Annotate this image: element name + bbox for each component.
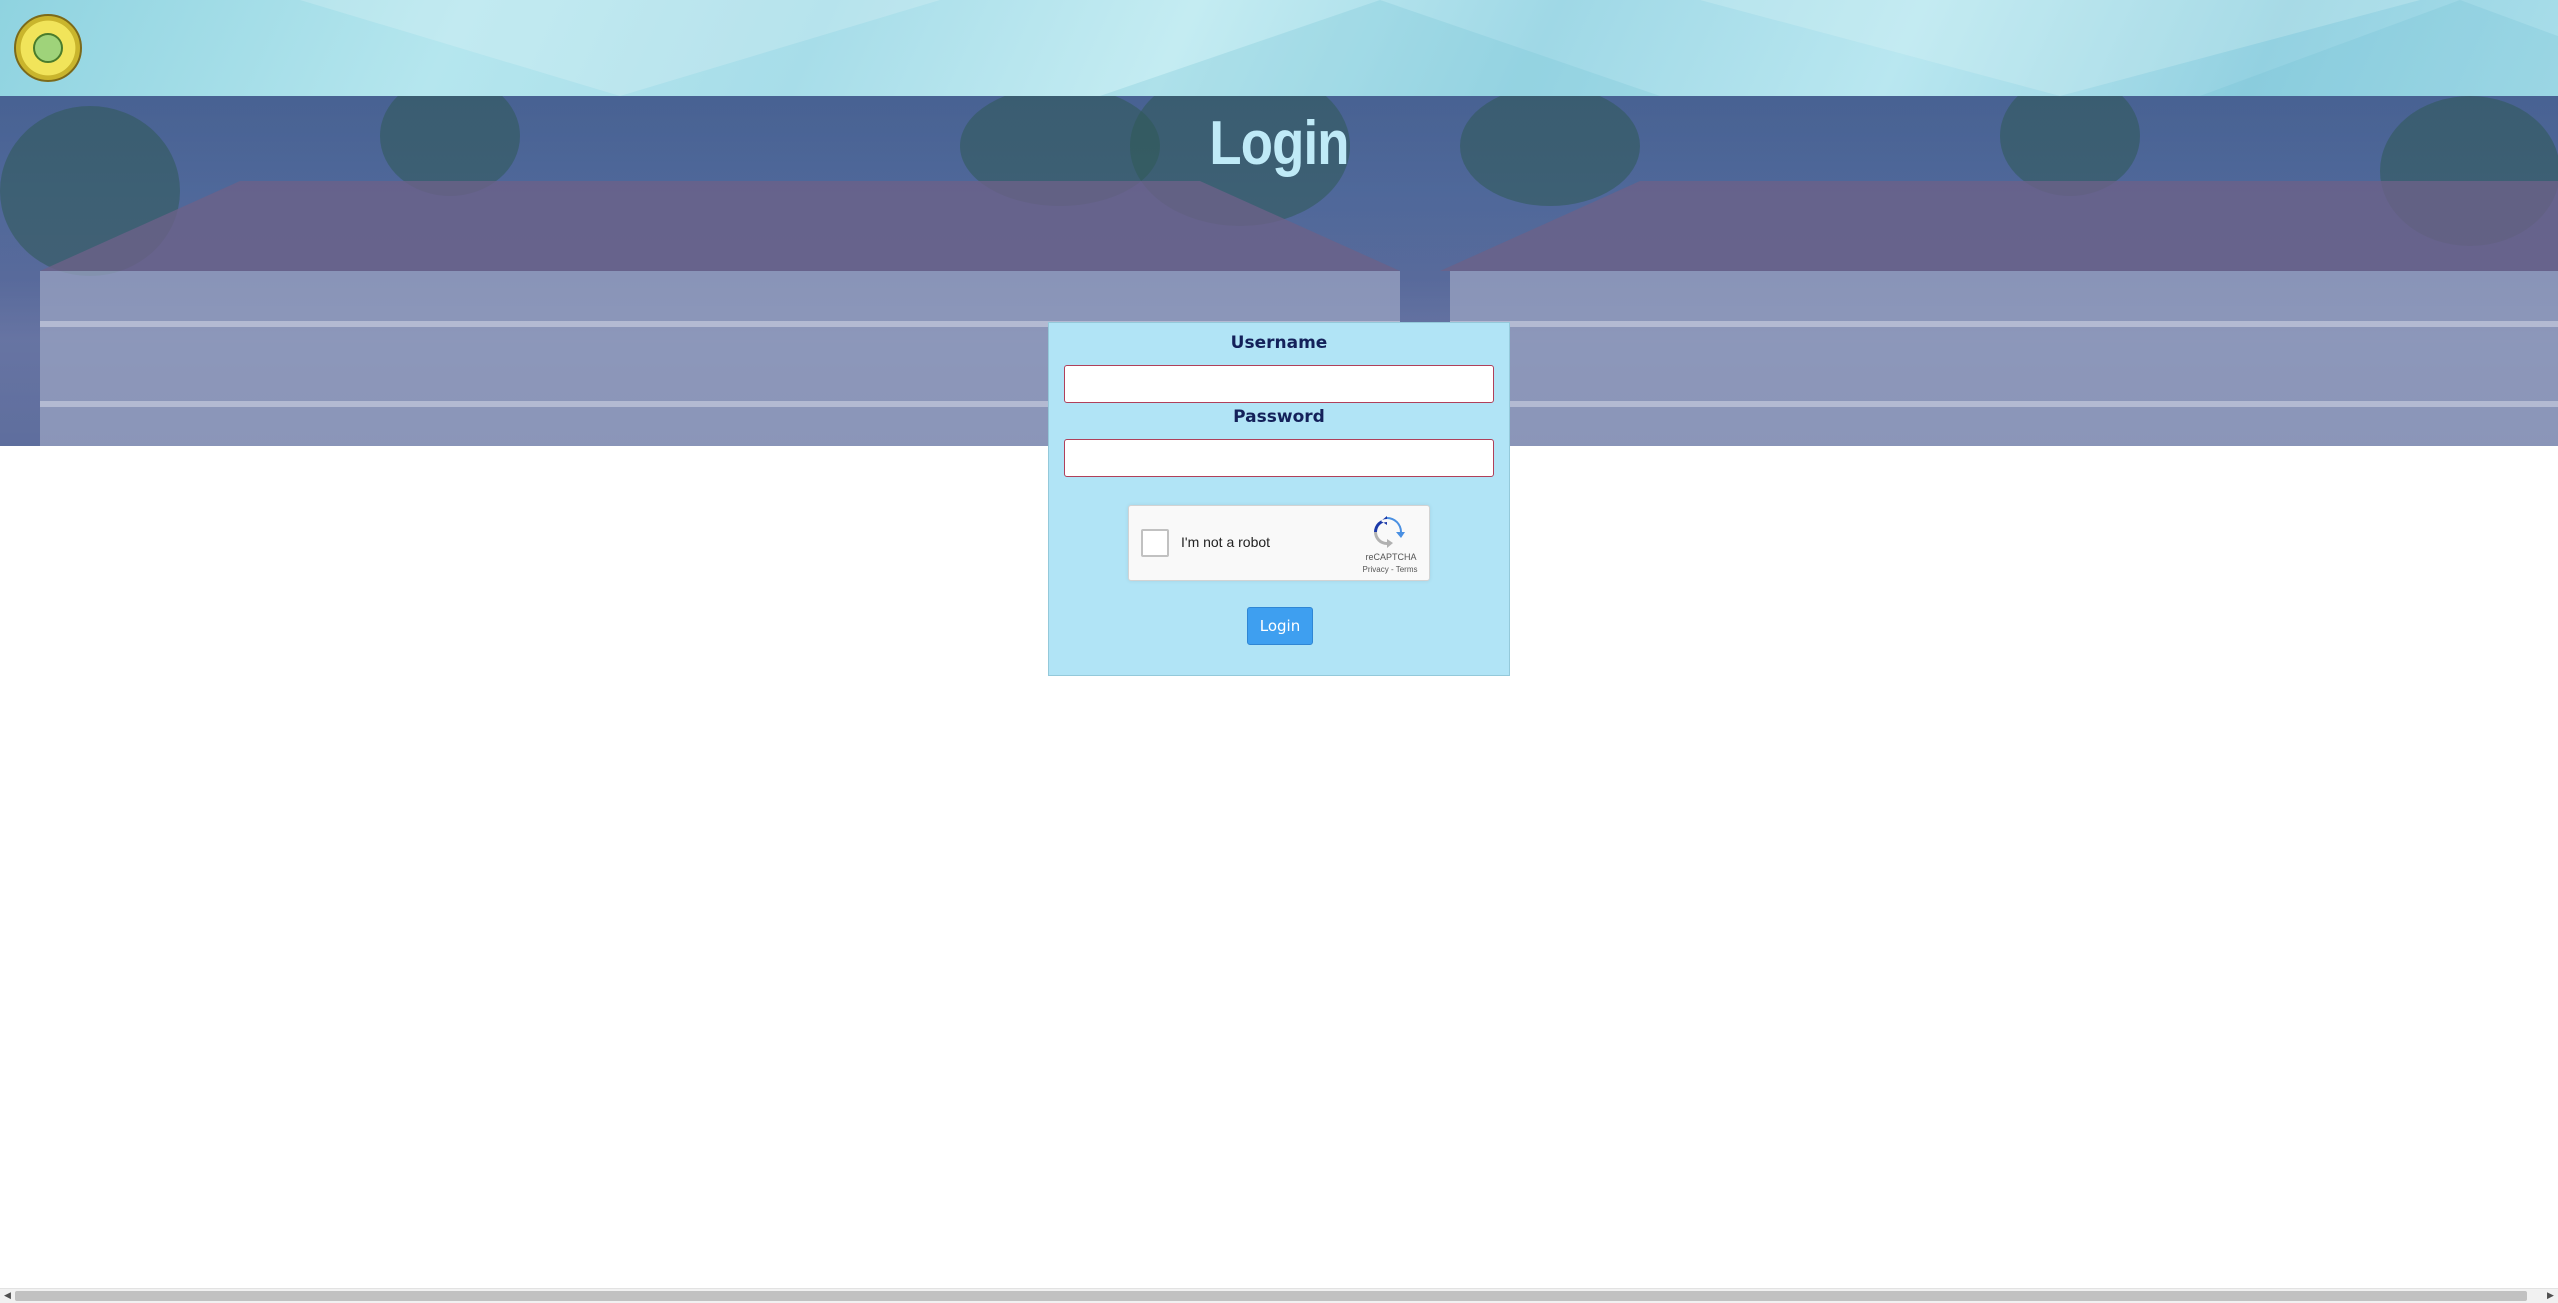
recaptcha-widget: I'm not a robot reCAPTCHA Privacy - Term…: [1128, 505, 1430, 581]
building-balcony: [1450, 321, 2558, 327]
building-roof: [1440, 181, 2558, 271]
building-wall: [1450, 271, 2558, 446]
scroll-left-arrow-icon[interactable]: ◀: [0, 1289, 15, 1303]
horizontal-scrollbar[interactable]: ◀ ▶: [0, 1288, 2558, 1303]
username-input[interactable]: [1064, 365, 1494, 403]
scroll-right-arrow-icon[interactable]: ▶: [2543, 1289, 2558, 1303]
recaptcha-icon: [1374, 516, 1405, 548]
scrollbar-thumb[interactable]: [15, 1291, 2527, 1301]
recaptcha-brand: reCAPTCHA: [1365, 552, 1417, 562]
building-roof: [40, 181, 1400, 271]
municipal-seal-icon[interactable]: [14, 14, 82, 82]
header-decoration: [2200, 0, 2558, 96]
username-label: Username: [1230, 333, 1328, 353]
login-button[interactable]: Login: [1247, 607, 1313, 645]
recaptcha-terms-link[interactable]: Terms: [1396, 565, 1418, 574]
recaptcha-links: Privacy - Terms: [1355, 565, 1425, 574]
password-input[interactable]: [1064, 439, 1494, 477]
page-title: Login: [1209, 109, 1349, 178]
top-header: [0, 0, 2558, 96]
building-balcony: [1450, 401, 2558, 407]
recaptcha-label: I'm not a robot: [1181, 534, 1271, 550]
header-decoration: [300, 0, 940, 96]
password-label: Password: [1233, 407, 1325, 427]
recaptcha-privacy-link[interactable]: Privacy: [1363, 565, 1389, 574]
recaptcha-link-separator: -: [1388, 565, 1396, 574]
login-form: Username Password I'm not a robot reCAPT…: [1048, 322, 1510, 676]
recaptcha-checkbox[interactable]: [1141, 529, 1169, 557]
header-decoration: [1100, 0, 1660, 96]
